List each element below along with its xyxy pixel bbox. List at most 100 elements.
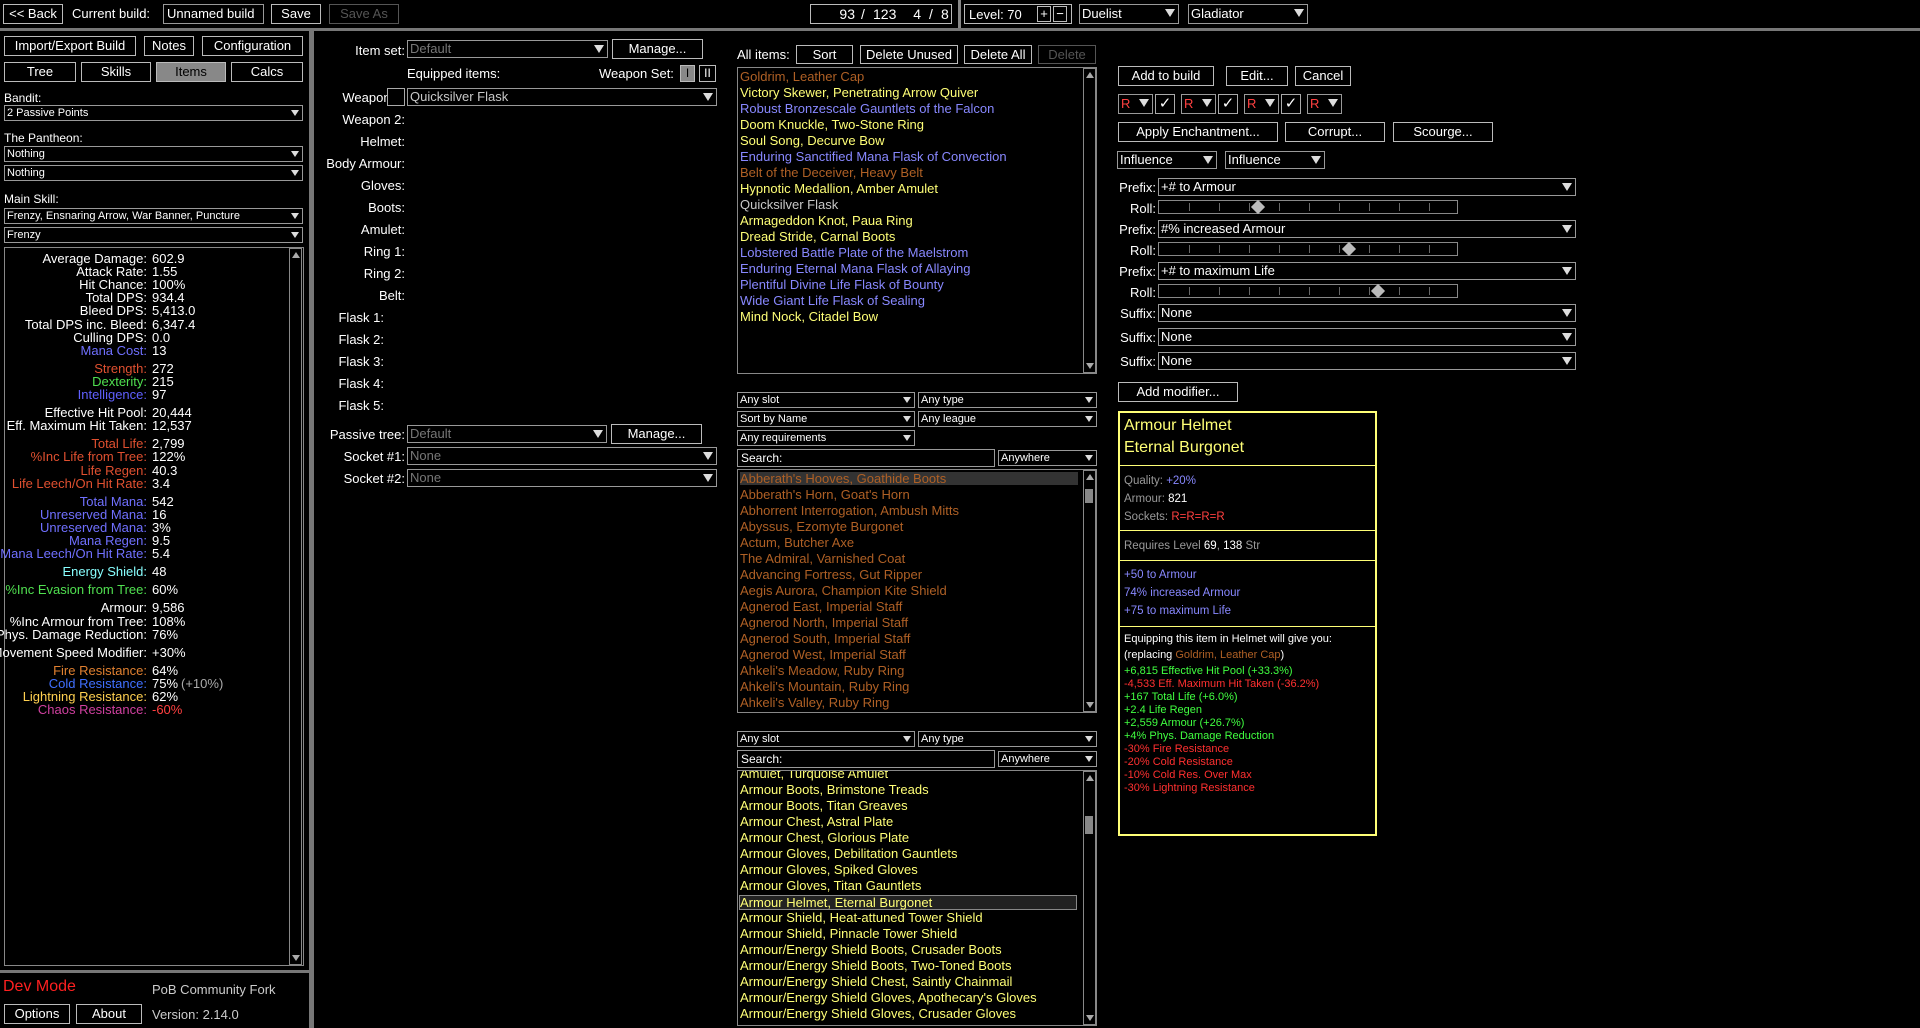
list-item[interactable]: Soul Song, Decurve Bow [740,134,885,147]
list-item[interactable]: Plentiful Divine Life Flask of Bounty [740,278,944,291]
about-button[interactable]: About [76,1004,142,1024]
list-item[interactable]: Ahkeli's Mountain, Ruby Ring [740,680,909,693]
list-item[interactable]: Armour/Energy Shield Boots, Crusader Boo… [740,943,1002,956]
list-item[interactable]: Armour Chest, Glorious Plate [740,831,909,844]
unique-league-filter[interactable]: Any league [918,411,1097,427]
list-item[interactable]: Enduring Eternal Mana Flask of Allaying [740,262,971,275]
delete-unused-button[interactable]: Delete Unused [860,45,958,64]
base-type-filter[interactable]: Any type [918,731,1097,747]
delete-all-button[interactable]: Delete All [964,45,1032,64]
list-item[interactable]: Enduring Sanctified Mana Flask of Convec… [740,150,1007,163]
weapon-set-2-button[interactable]: II [699,65,716,82]
list-item[interactable]: Armour/Energy Shield Gloves, Apothecary'… [740,991,1037,1004]
list-item[interactable]: Armageddon Knot, Paua Ring [740,214,913,227]
tab-calcs[interactable]: Calcs [231,62,303,82]
prefix-1-select[interactable]: +# to Armour [1158,178,1576,196]
unique-type-filter[interactable]: Any type [918,392,1097,408]
suffix-1-select[interactable]: None [1158,304,1576,322]
passive-tree-manage-button[interactable]: Manage... [611,424,702,444]
list-item[interactable]: Agnerod South, Imperial Staff [740,632,910,645]
base-items-list[interactable]: Amulet, Turquoise Amulet Armour Boots, Br… [737,770,1097,1026]
list-item[interactable]: Abberath's Horn, Goat's Horn [740,488,910,501]
weapon-set-1-button[interactable]: I [680,65,695,82]
unique-sort-select[interactable]: Sort by Name [737,411,915,427]
base-search-scope[interactable]: Anywhere [998,751,1097,767]
prefix-1-roll-slider[interactable] [1158,199,1458,215]
socket-link-2-checkbox[interactable]: ✓ [1218,94,1238,114]
list-item[interactable]: Armour Gloves, Debilitation Gauntlets [740,847,957,860]
list-item[interactable]: Agnerod East, Imperial Staff [740,600,902,613]
list-item[interactable]: Armour Boots, Brimstone Treads [740,783,929,796]
list-item[interactable]: Armour Chest, Astral Plate [740,815,893,828]
tab-skills[interactable]: Skills [81,62,151,82]
list-item[interactable]: Robust Bronzescale Gauntlets of the Falc… [740,102,994,115]
list-item[interactable]: Hypnotic Medallion, Amber Amulet [740,182,938,195]
scroll-down-icon[interactable] [1086,363,1094,369]
list-item[interactable]: Advancing Fortress, Gut Ripper [740,568,922,581]
apply-enchantment-button[interactable]: Apply Enchantment... [1118,122,1278,142]
class-select[interactable]: Duelist [1079,4,1179,24]
tab-items[interactable]: Items [156,62,226,82]
notes-button[interactable]: Notes [144,36,194,56]
suffix-3-select[interactable]: None [1158,352,1576,370]
slider-handle[interactable] [1370,283,1385,299]
list-item[interactable]: Armour/Energy Shield Boots, Two-Toned Bo… [740,959,1011,972]
level-minus-button[interactable]: − [1053,6,1067,22]
list-item[interactable]: Actum, Butcher Axe [740,536,854,549]
edit-item-button[interactable]: Edit... [1226,66,1288,86]
base-search-input[interactable]: Search: [737,750,995,768]
scroll-up-icon[interactable] [292,252,300,258]
prefix-3-select[interactable]: +# to maximum Life [1158,262,1576,280]
scroll-up-icon[interactable] [1086,474,1094,480]
base-items-scrollbar[interactable] [1083,771,1096,1025]
list-item[interactable]: Quicksilver Flask [740,198,838,211]
list-item[interactable]: Agnerod West, Imperial Staff [740,648,906,661]
list-item[interactable]: Armour Boots, Titan Greaves [740,799,908,812]
list-item[interactable]: Armour Shield, Heat-attuned Tower Shield [740,911,983,924]
list-item[interactable]: Amulet, Turquoise Amulet [740,771,888,780]
list-item[interactable]: Armour Helmet, Eternal Burgonet [739,895,1077,910]
build-name-field[interactable]: Unnamed build [163,4,264,24]
list-item[interactable]: Abhorrent Interrogation, Ambush Mitts [740,504,959,517]
scroll-thumb[interactable] [1085,816,1093,834]
all-items-scrollbar[interactable] [1083,68,1096,373]
unique-requirements-filter[interactable]: Any requirements [737,430,915,446]
socket-3-colour-select[interactable]: R [1244,94,1279,114]
socket-1-colour-select[interactable]: R [1118,94,1153,114]
socket-link-3-checkbox[interactable]: ✓ [1281,94,1301,114]
list-item[interactable]: Lobstered Battle Plate of the Maelstrom [740,246,968,259]
list-item[interactable]: Armour Gloves, Titan Gauntlets [740,879,921,892]
tab-tree[interactable]: Tree [4,62,76,82]
base-slot-filter[interactable]: Any slot [737,731,915,747]
list-item[interactable]: Abberath's Hooves, Goathide Boots [740,472,1078,485]
scourge-button[interactable]: Scourge... [1393,122,1493,142]
item-set-manage-button[interactable]: Manage... [612,39,703,59]
corrupt-button[interactable]: Corrupt... [1285,122,1385,142]
influence-1-select[interactable]: Influence [1117,151,1217,169]
socket-2-colour-select[interactable]: R [1181,94,1216,114]
configuration-button[interactable]: Configuration [202,36,303,56]
ascendancy-select[interactable]: Gladiator [1188,4,1308,24]
bandit-select[interactable]: 2 Passive Points [4,105,303,121]
level-control[interactable]: Level: 70 + − [964,4,1072,24]
options-button[interactable]: Options [4,1004,70,1024]
list-item[interactable]: Agnerod North, Imperial Staff [740,616,908,629]
list-item[interactable]: Dread Stride, Carnal Boots [740,230,895,243]
slider-handle[interactable] [1341,241,1357,257]
slider-handle[interactable] [1250,199,1265,215]
socket-2-select[interactable]: None [407,469,717,487]
save-button[interactable]: Save [271,4,321,24]
socket-1-select[interactable]: None [407,447,717,465]
list-item[interactable]: Victory Skewer, Penetrating Arrow Quiver [740,86,978,99]
list-item[interactable]: Armour Gloves, Spiked Gloves [740,863,918,876]
import-export-button[interactable]: Import/Export Build [4,36,136,56]
item-set-select[interactable]: Default [407,40,608,58]
unique-items-scrollbar[interactable] [1083,470,1096,712]
scroll-down-icon[interactable] [292,955,300,961]
unique-search-scope[interactable]: Anywhere [998,450,1097,466]
list-item[interactable]: Doom Knuckle, Two-Stone Ring [740,118,924,131]
list-item[interactable]: Mind Nock, Citadel Bow [740,310,878,323]
list-item[interactable]: Armour/Energy Shield Gloves, Crusader Gl… [740,1007,1016,1020]
pantheon-major-select[interactable]: Nothing [4,146,303,162]
socket-link-1-checkbox[interactable]: ✓ [1155,94,1175,114]
